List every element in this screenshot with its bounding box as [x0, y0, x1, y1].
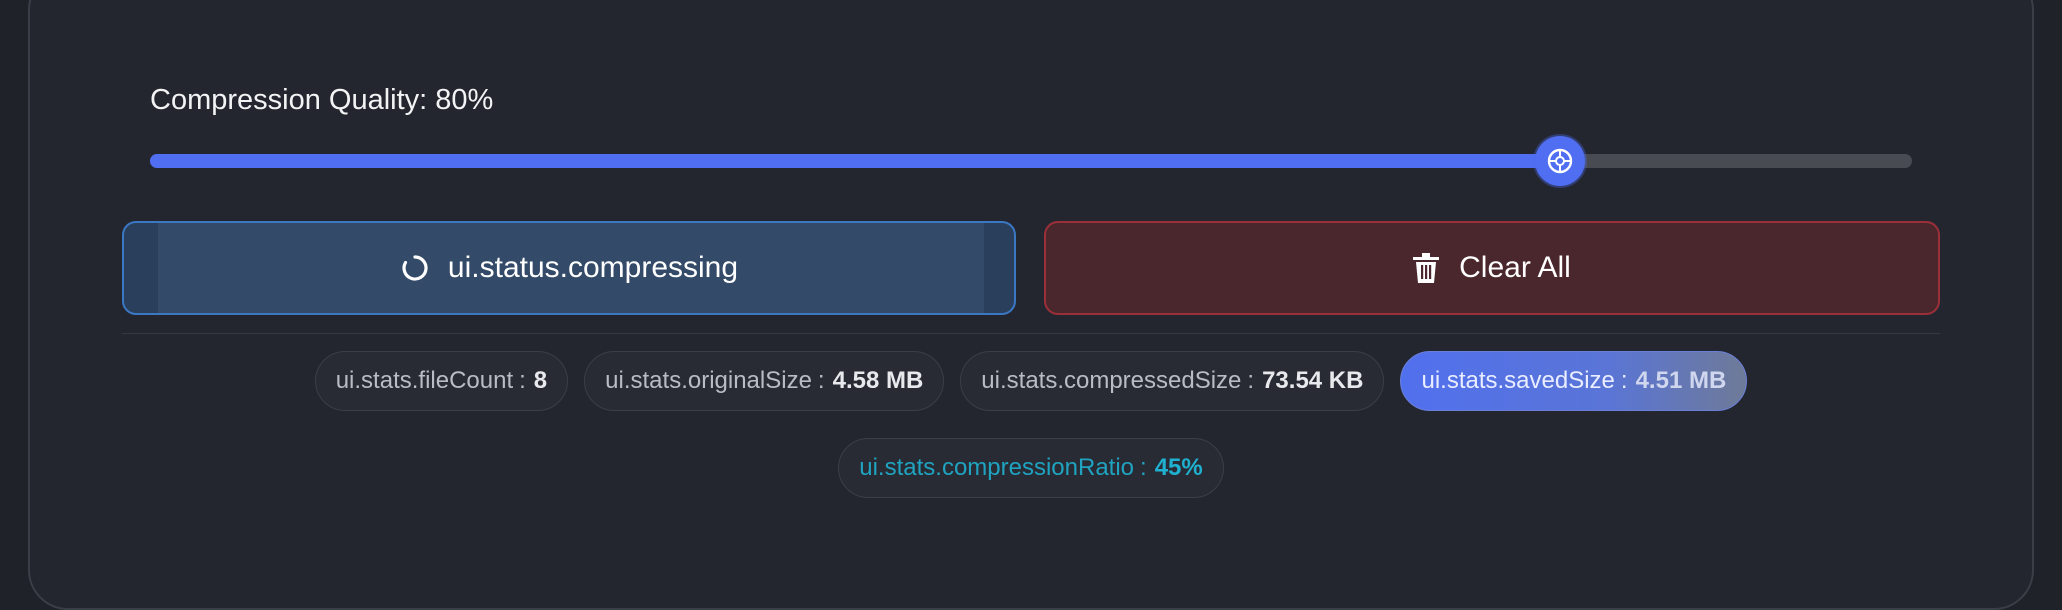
stat-separator: : [1140, 454, 1147, 481]
stat-value: 4.51 MB [1635, 367, 1727, 394]
stat-label: ui.stats.originalSize [605, 367, 812, 394]
stat-compressed-size: ui.stats.compressedSize : 73.54 KB [960, 351, 1385, 411]
slider-thumb[interactable] [1534, 136, 1585, 186]
slider-thumb-icon [1547, 148, 1572, 174]
stat-label: ui.stats.compressedSize [981, 367, 1242, 394]
stat-value: 8 [533, 367, 548, 394]
stat-label: ui.stats.compressionRatio [859, 454, 1135, 481]
stat-original-size: ui.stats.originalSize : 4.58 MB [584, 351, 945, 411]
spinner-icon [402, 255, 428, 281]
stat-separator: : [1247, 367, 1255, 394]
stat-file-count: ui.stats.fileCount : 8 [314, 351, 569, 411]
trash-icon [1413, 253, 1440, 283]
stat-saved-size: ui.stats.savedSize : 4.51 MB [1400, 351, 1748, 411]
compress-button-label: ui.status.compressing [447, 251, 739, 284]
stat-value: 73.54 KB [1262, 367, 1364, 394]
stats-row-secondary: ui.stats.compressionRatio : 45% [122, 438, 1940, 498]
quality-slider[interactable] [150, 136, 1912, 186]
stat-label: ui.stats.savedSize [1421, 367, 1615, 394]
compress-button[interactable]: ui.status.compressing [122, 221, 1016, 315]
divider [122, 333, 1940, 334]
stats-row: ui.stats.fileCount : 8 ui.stats.original… [122, 351, 1940, 411]
slider-fill [150, 154, 1560, 168]
stat-value: 4.58 MB [832, 367, 924, 394]
clear-all-button[interactable]: Clear All [1044, 221, 1940, 315]
stat-compression-ratio: ui.stats.compressionRatio : 45% [838, 438, 1224, 498]
stat-value: 45% [1154, 454, 1203, 481]
stat-separator: : [1620, 367, 1628, 394]
clear-all-label: Clear All [1459, 251, 1571, 284]
stat-separator: : [817, 367, 825, 394]
quality-label: Compression Quality: 80% [150, 84, 494, 116]
stat-separator: : [519, 367, 526, 394]
stat-label: ui.stats.fileCount [335, 367, 514, 394]
